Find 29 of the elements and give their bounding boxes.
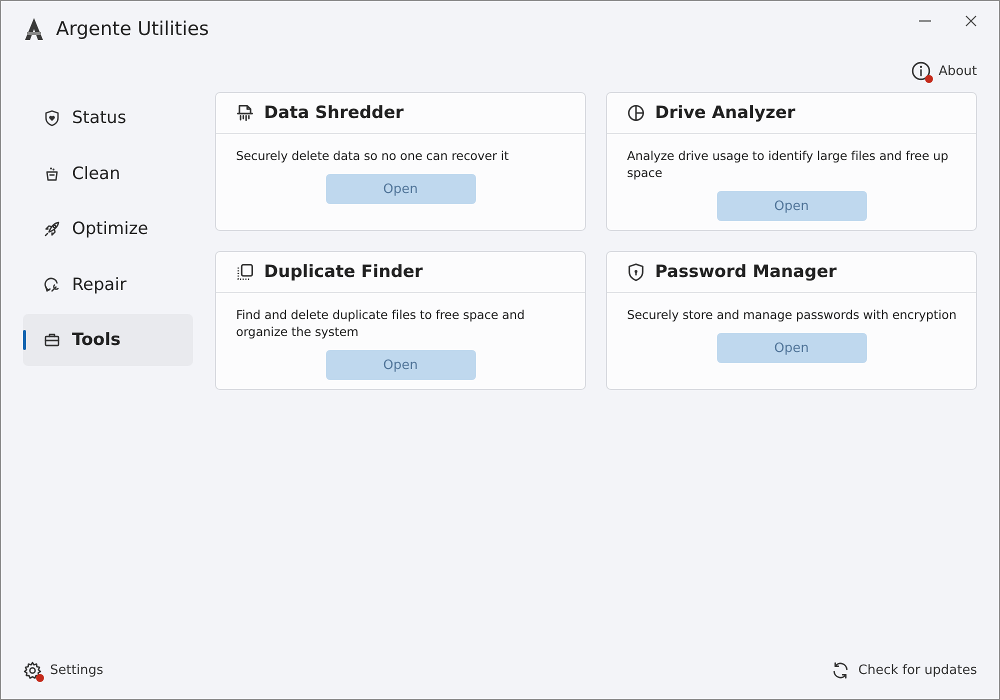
pie-chart-icon (626, 103, 646, 123)
sidebar-item[interactable]: Tools (23, 314, 193, 366)
card-title: Data Shredder (264, 103, 404, 123)
rocket-icon (43, 220, 61, 238)
window-title: Argente Utilities (56, 18, 209, 40)
info-icon (910, 61, 931, 81)
shield-lock-icon (626, 262, 646, 282)
check-for-updates-button[interactable]: Check for updates (831, 660, 977, 680)
app-logo (22, 16, 46, 40)
sidebar-item[interactable]: Status (23, 92, 193, 144)
sidebar-item[interactable]: Repair (23, 258, 193, 311)
card-title: Password Manager (655, 262, 837, 282)
shield-icon (43, 109, 61, 127)
gear-icon (23, 660, 42, 680)
wrench-icon (43, 276, 61, 294)
copy-icon (235, 262, 255, 282)
close-icon (964, 14, 978, 28)
card-title: Duplicate Finder (264, 262, 423, 282)
card-description: Securely store and manage passwords with encryption (627, 307, 958, 324)
sidebar-item[interactable]: Optimize (23, 203, 193, 256)
sidebar-item[interactable]: Clean (23, 148, 193, 200)
shredder-icon (235, 103, 255, 123)
settings-button[interactable]: Settings (23, 660, 104, 680)
refresh-icon (831, 660, 850, 680)
card-title: Drive Analyzer (655, 103, 796, 123)
card-description: Securely delete data so no one can recover it (236, 148, 510, 165)
about-button[interactable]: About (910, 56, 977, 86)
card-description: Find and delete duplicate files to free space and organize the system (236, 307, 526, 341)
card-description: Analyze drive usage to identify large files and free up space (627, 148, 950, 182)
